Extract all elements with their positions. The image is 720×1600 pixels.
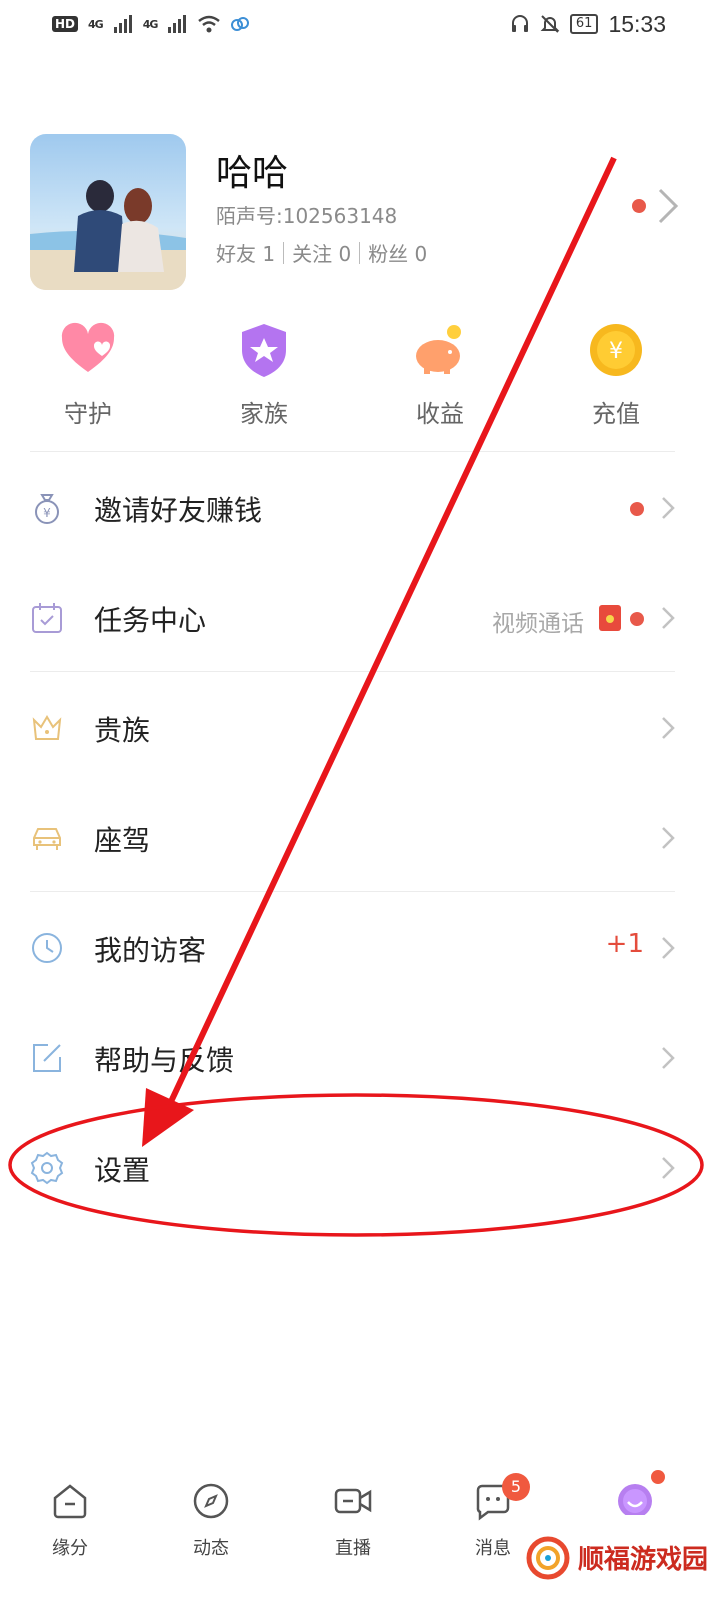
bell-muted-icon [540, 15, 560, 33]
chevron-right-icon [662, 937, 675, 959]
wifi-icon [198, 15, 221, 33]
app-notification-icon [231, 17, 250, 31]
nav-label: 动态 [193, 1538, 229, 1559]
nav-label: 缘分 [52, 1538, 88, 1559]
menu-item-invite[interactable]: ¥ 邀请好友赚钱 [0, 453, 720, 563]
crown-icon [32, 715, 62, 740]
menu-label: 设置 [94, 1154, 151, 1187]
signal-bars-icon [168, 15, 187, 33]
divider [283, 241, 285, 264]
battery-icon: 61 [569, 14, 599, 34]
signal-2-label: 4G [142, 17, 159, 31]
quick-action-guard[interactable]: 守护 [28, 320, 148, 429]
yuan-coin-icon: ¥ [590, 324, 642, 376]
friends-count[interactable]: 好友 1 [216, 238, 275, 267]
watermark-logo-icon [526, 1536, 570, 1579]
divider [30, 891, 675, 892]
divider [30, 451, 675, 452]
watermark: 顺福游戏园 [512, 1515, 720, 1600]
divider [30, 671, 675, 672]
piggy-bank-icon [416, 325, 461, 374]
menu-label: 我的访客 [94, 934, 207, 967]
compass-icon [193, 1483, 229, 1519]
menu-item-vehicle[interactable]: 座驾 [0, 783, 720, 893]
following-count[interactable]: 关注 0 [292, 238, 351, 267]
svg-text:¥: ¥ [43, 506, 51, 520]
visitor-count: +1 [605, 929, 644, 959]
status-bar: HD 4G 4G 61 15:33 [0, 0, 720, 48]
quick-action-family[interactable]: 家族 [204, 320, 324, 429]
unread-dot [651, 1470, 665, 1484]
menu-item-help[interactable]: 帮助与反馈 [0, 1003, 720, 1113]
social-stats: 好友 1 关注 0 粉丝 0 [216, 238, 427, 267]
menu-label: 任务中心 [94, 604, 207, 637]
divider [359, 241, 361, 264]
signal-bars-icon [113, 15, 132, 33]
nav-label: 直播 [335, 1538, 371, 1559]
account-id: 陌声号:102563148 [216, 204, 398, 228]
chevron-right-icon [662, 827, 675, 849]
profile-header[interactable]: 哈哈 陌声号:102563148 好友 1 关注 0 粉丝 0 [30, 134, 690, 290]
quick-action-label: 家族 [240, 400, 288, 428]
menu-label: 贵族 [94, 714, 151, 747]
chevron-right-icon [662, 717, 675, 739]
unread-dot [630, 502, 644, 516]
quick-action-label: 充值 [592, 400, 640, 428]
nav-tab-live[interactable]: 直播 [303, 1468, 403, 1560]
menu-item-settings[interactable]: 设置 [0, 1113, 720, 1223]
signal-1-label: 4G [88, 17, 104, 31]
car-icon [33, 828, 61, 850]
money-bag-icon: ¥ [35, 494, 59, 524]
nav-tab-moments[interactable]: 动态 [161, 1468, 261, 1560]
avatar-image [30, 180, 186, 290]
menu-label: 帮助与反馈 [94, 1044, 235, 1077]
hd-voice-icon: HD [52, 16, 79, 32]
followers-count[interactable]: 粉丝 0 [368, 238, 427, 267]
clock-icon [32, 933, 62, 963]
calendar-check-icon [32, 603, 62, 633]
nickname: 哈哈 [216, 153, 289, 194]
nav-tab-match[interactable]: 缘分 [20, 1468, 120, 1560]
headphones-icon [511, 15, 528, 32]
chevron-right-icon [662, 497, 675, 519]
watermark-text: 顺福游戏园 [578, 1545, 709, 1575]
status-left: HD 4G 4G [52, 15, 250, 33]
red-envelope-icon [599, 605, 621, 631]
menu-label: 座驾 [94, 824, 151, 857]
quick-action-label: 守护 [64, 400, 112, 428]
avatar[interactable] [30, 134, 186, 290]
quick-action-recharge[interactable]: ¥ 充值 [556, 320, 676, 429]
menu-item-visitors[interactable]: 我的访客 +1 [0, 893, 720, 1003]
heart-icon [61, 322, 115, 372]
edit-icon [33, 1044, 61, 1072]
video-camera-icon [334, 1488, 372, 1514]
menu-label: 邀请好友赚钱 [94, 494, 263, 527]
shield-star-icon [242, 324, 286, 377]
quick-actions: 守护 家族 收益 ¥ 充值 [0, 320, 720, 430]
unread-dot [632, 199, 646, 213]
unread-dot [630, 612, 644, 626]
quick-action-income[interactable]: 收益 [380, 320, 500, 429]
gear-icon [30, 1151, 64, 1185]
message-badge: 5 [502, 1473, 530, 1501]
chevron-right-icon [662, 1047, 675, 1069]
svg-text:¥: ¥ [609, 339, 623, 364]
status-right: 61 15:33 [510, 11, 666, 38]
chevron-right-icon [662, 1157, 675, 1179]
menu-item-nobility[interactable]: 贵族 [0, 673, 720, 783]
home-icon [53, 1484, 87, 1519]
task-hint-text: 视频通话 [492, 611, 584, 637]
chevron-right-icon[interactable] [656, 186, 680, 226]
chevron-right-icon [662, 607, 675, 629]
status-time: 15:33 [608, 10, 666, 37]
menu-item-task-center[interactable]: 任务中心 视频通话 [0, 563, 720, 673]
quick-action-label: 收益 [416, 400, 464, 428]
